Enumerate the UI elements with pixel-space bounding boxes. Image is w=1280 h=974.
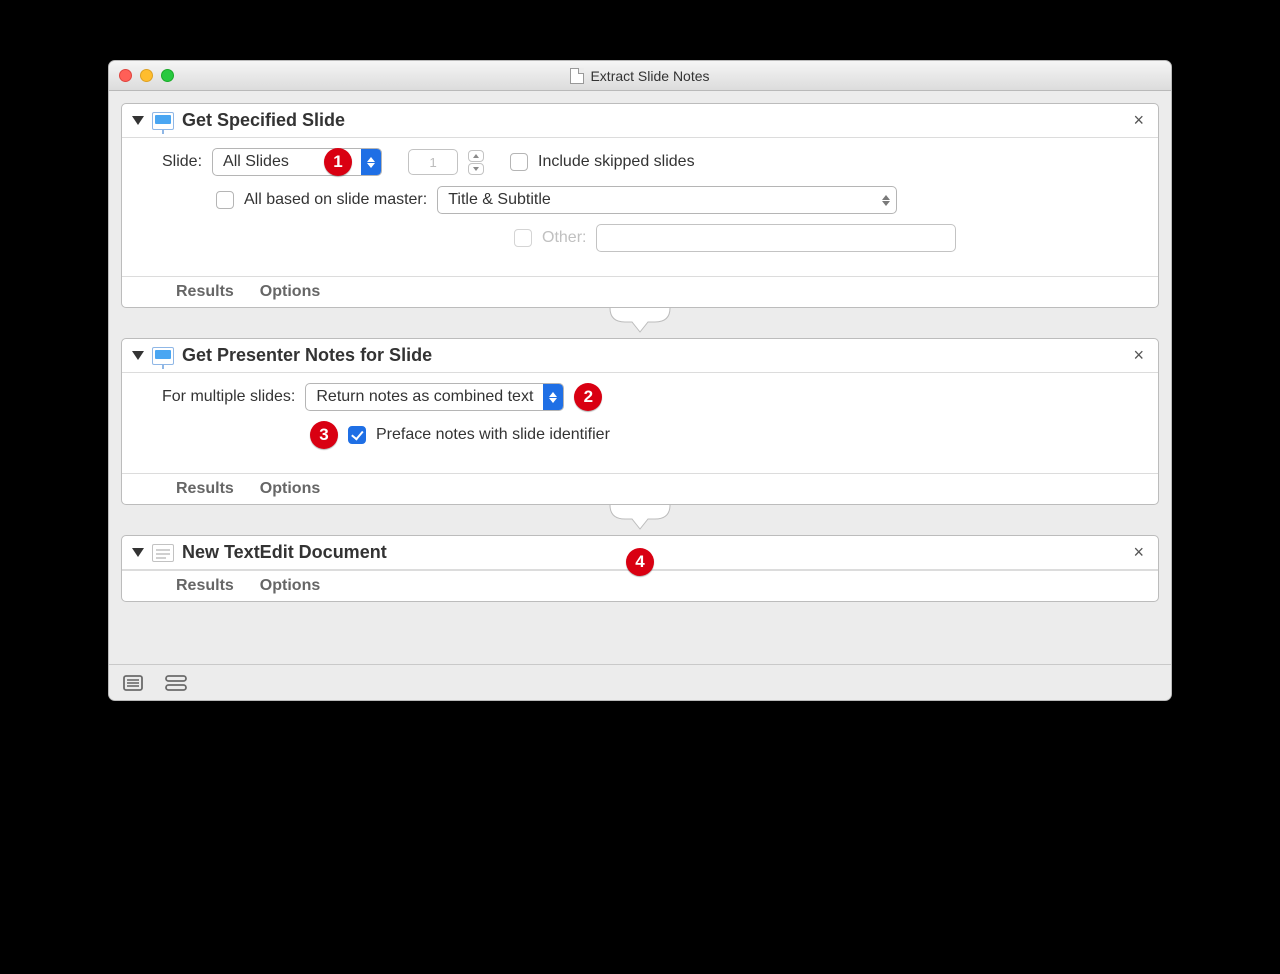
disclosure-triangle-icon[interactable] xyxy=(132,116,144,125)
keynote-icon xyxy=(152,112,174,130)
action-footer: Results Options xyxy=(122,276,1158,307)
other-master-field[interactable] xyxy=(596,224,956,252)
stepper-up-icon[interactable] xyxy=(468,150,484,162)
variables-view-button[interactable] xyxy=(165,675,187,691)
preface-notes-label: Preface notes with slide identifier xyxy=(376,426,610,444)
options-tab[interactable]: Options xyxy=(260,577,320,595)
action-footer: Results Options xyxy=(122,473,1158,504)
action-connector xyxy=(121,308,1159,338)
window-title: Extract Slide Notes xyxy=(109,68,1171,84)
remove-action-button[interactable]: × xyxy=(1129,345,1148,366)
results-tab[interactable]: Results xyxy=(176,577,234,595)
slide-number-stepper[interactable] xyxy=(468,150,484,175)
multiple-slides-popup[interactable]: Return notes as combined text xyxy=(305,383,564,411)
action-title: Get Presenter Notes for Slide xyxy=(182,345,432,366)
based-on-master-checkbox[interactable] xyxy=(216,191,234,209)
multiple-slides-value: Return notes as combined text xyxy=(306,388,543,406)
remove-action-button[interactable]: × xyxy=(1129,542,1148,563)
include-skipped-checkbox[interactable] xyxy=(510,153,528,171)
preface-notes-checkbox[interactable] xyxy=(348,426,366,444)
multiple-slides-label: For multiple slides: xyxy=(162,388,295,406)
annotation-3: 3 xyxy=(310,421,338,449)
slide-label: Slide: xyxy=(162,153,202,171)
slide-selection-value: All Slides xyxy=(213,153,299,171)
action-title: New TextEdit Document xyxy=(182,542,387,563)
options-tab[interactable]: Options xyxy=(260,480,320,498)
popup-arrows-icon xyxy=(876,187,896,213)
disclosure-triangle-icon[interactable] xyxy=(132,351,144,360)
stepper-down-icon[interactable] xyxy=(468,163,484,175)
based-on-master-label: All based on slide master: xyxy=(244,191,427,209)
log-view-button[interactable] xyxy=(123,675,143,691)
action-header[interactable]: Get Specified Slide × xyxy=(122,104,1158,138)
textedit-icon xyxy=(152,544,174,562)
action-get-presenter-notes: Get Presenter Notes for Slide × For mult… xyxy=(121,338,1159,505)
annotation-2: 2 xyxy=(574,383,602,411)
bottom-toolbar xyxy=(109,664,1171,700)
action-connector xyxy=(121,505,1159,535)
popup-arrows-icon xyxy=(543,384,563,410)
workflow-area: Get Specified Slide × Slide: All Slides … xyxy=(109,91,1171,664)
action-new-textedit-document: New TextEdit Document × Results Options … xyxy=(121,535,1159,602)
workflow-doc-icon xyxy=(570,68,584,84)
automator-window: Extract Slide Notes Get Specified Slide … xyxy=(108,60,1172,701)
action-get-specified-slide: Get Specified Slide × Slide: All Slides … xyxy=(121,103,1159,308)
window-title-text: Extract Slide Notes xyxy=(590,68,709,84)
popup-arrows-icon xyxy=(361,149,381,175)
annotation-4: 4 xyxy=(626,548,654,576)
annotation-1: 1 xyxy=(324,148,352,176)
keynote-icon xyxy=(152,347,174,365)
action-header[interactable]: Get Presenter Notes for Slide × xyxy=(122,339,1158,373)
disclosure-triangle-icon[interactable] xyxy=(132,548,144,557)
slide-number-field[interactable] xyxy=(408,149,458,175)
other-master-checkbox[interactable] xyxy=(514,229,532,247)
options-tab[interactable]: Options xyxy=(260,283,320,301)
other-master-label: Other: xyxy=(542,229,586,247)
slide-master-value: Title & Subtitle xyxy=(438,191,561,209)
results-tab[interactable]: Results xyxy=(176,283,234,301)
results-tab[interactable]: Results xyxy=(176,480,234,498)
remove-action-button[interactable]: × xyxy=(1129,110,1148,131)
include-skipped-label: Include skipped slides xyxy=(538,153,695,171)
slide-master-popup[interactable]: Title & Subtitle xyxy=(437,186,897,214)
titlebar: Extract Slide Notes xyxy=(109,61,1171,91)
slide-selection-popup[interactable]: All Slides xyxy=(212,148,382,176)
action-title: Get Specified Slide xyxy=(182,110,345,131)
